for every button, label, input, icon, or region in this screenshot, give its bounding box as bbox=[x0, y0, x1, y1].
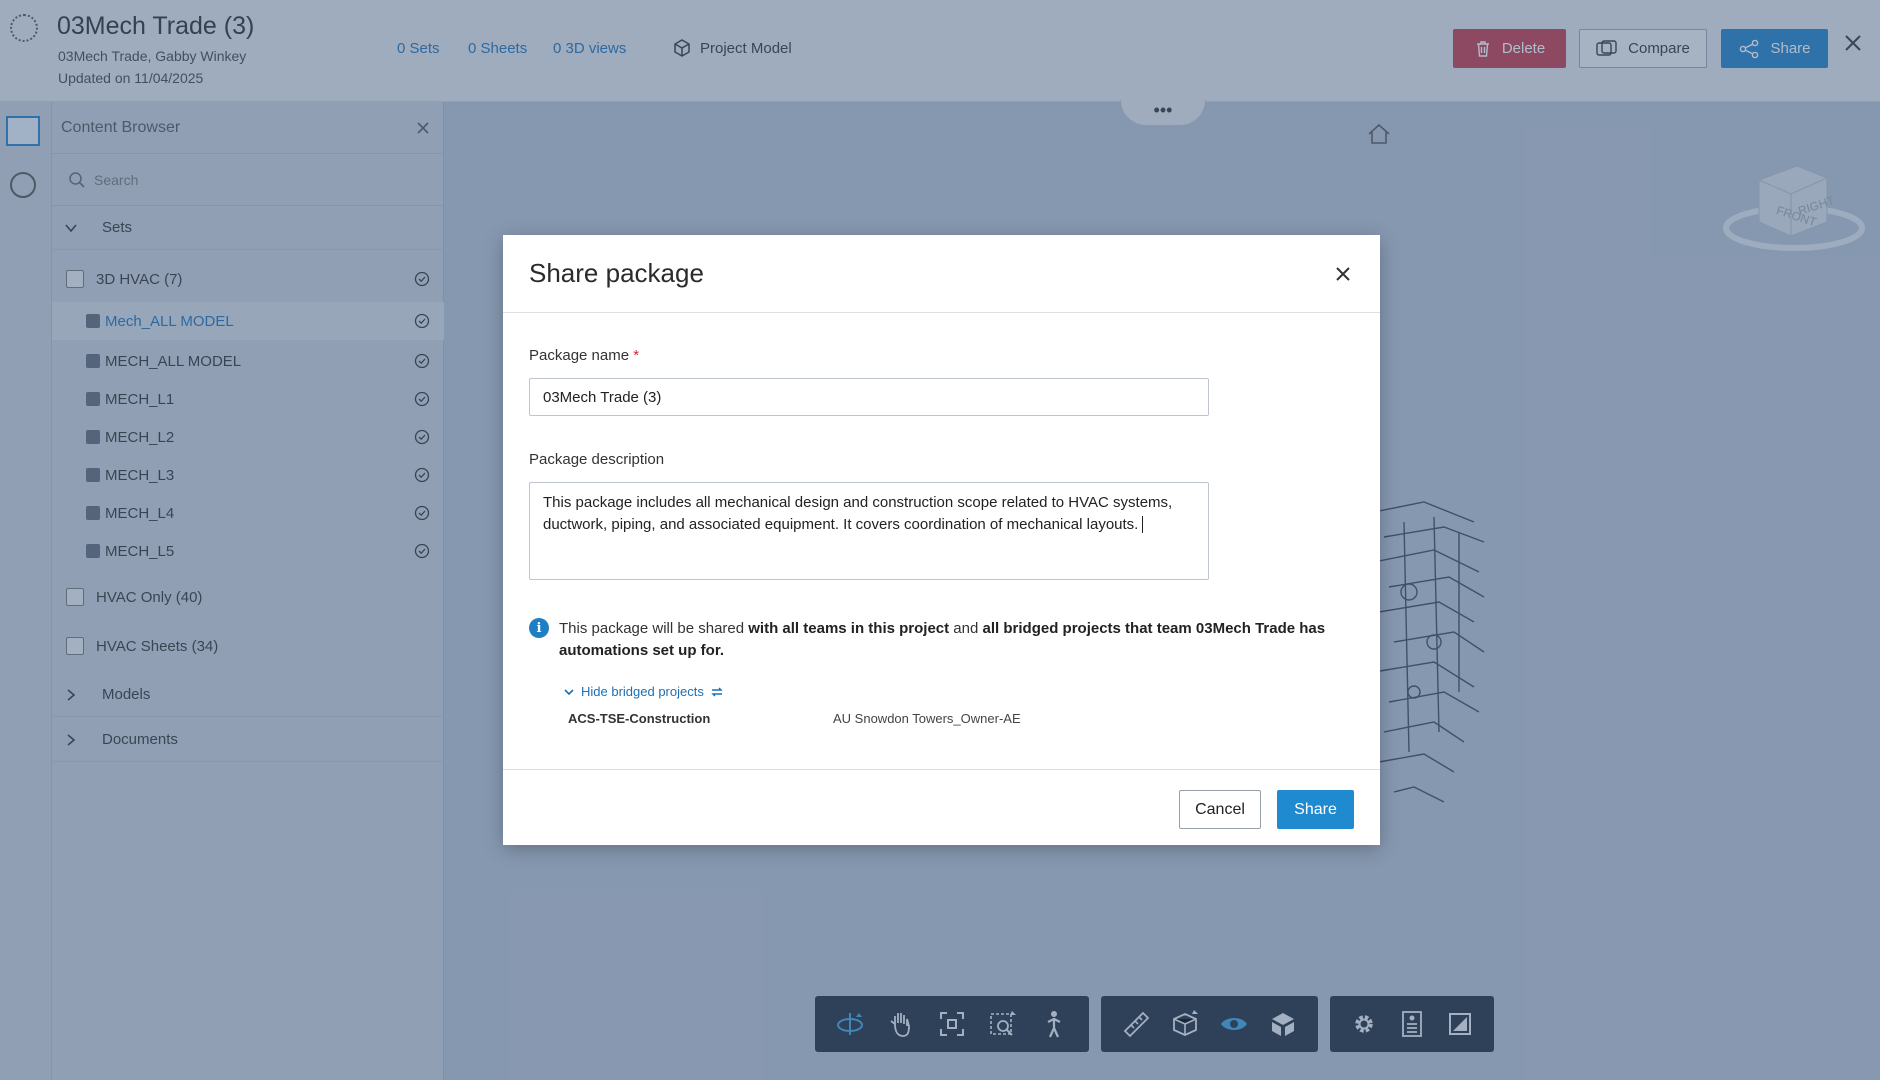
hide-bridged-projects-link[interactable]: Hide bridged projects bbox=[563, 684, 724, 699]
package-description-value: This package includes all mechanical des… bbox=[543, 494, 1173, 533]
package-name-label: Package name * bbox=[529, 347, 640, 364]
share-info-text: This package will be shared with all tea… bbox=[559, 620, 1326, 659]
chevron-down-icon bbox=[564, 688, 574, 695]
package-name-field[interactable]: 03Mech Trade (3) bbox=[529, 378, 1209, 416]
share-package-dialog: Share package Package name * 03Mech Trad… bbox=[503, 235, 1380, 845]
package-description-label: Package description bbox=[529, 451, 665, 468]
close-icon[interactable] bbox=[1332, 263, 1354, 285]
hide-bridged-label: Hide bridged projects bbox=[581, 684, 704, 699]
share-info: i This package will be shared with all t… bbox=[529, 618, 1349, 662]
share-button[interactable]: Share bbox=[1277, 790, 1354, 829]
bridge-icon bbox=[711, 687, 723, 696]
bridged-project-1: ACS-TSE-Construction bbox=[568, 711, 711, 726]
package-description-field[interactable]: This package includes all mechanical des… bbox=[529, 482, 1209, 580]
cancel-button[interactable]: Cancel bbox=[1179, 790, 1261, 829]
required-marker: * bbox=[633, 347, 640, 364]
bridged-project-2: AU Snowdon Towers_Owner-AE bbox=[833, 711, 1021, 726]
dialog-title: Share package bbox=[529, 258, 704, 288]
info-icon: i bbox=[529, 618, 549, 638]
package-name-value: 03Mech Trade (3) bbox=[543, 388, 662, 406]
